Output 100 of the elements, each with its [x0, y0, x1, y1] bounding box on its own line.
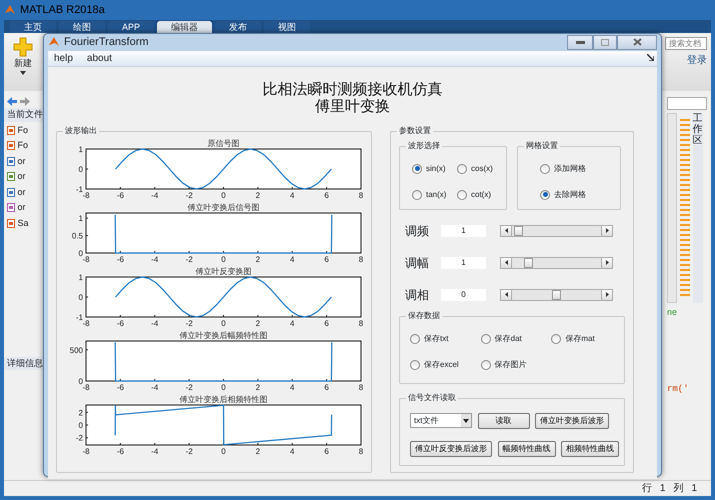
x-tick-label: 4 — [290, 318, 294, 328]
file-type-dropdown[interactable]: txt文件 — [410, 413, 472, 428]
new-button[interactable]: 新建 — [8, 37, 38, 87]
file-name[interactable]: or — [18, 154, 26, 168]
slider[interactable] — [500, 256, 613, 268]
value-field[interactable]: 1 — [441, 256, 486, 268]
action-button[interactable]: 幅频特性曲线 — [498, 440, 556, 456]
slider-label: 调幅 — [405, 254, 430, 272]
radio-label[interactable]: 保存txt — [424, 332, 448, 344]
close-button[interactable] — [617, 34, 657, 50]
radio-label[interactable]: cot(x) — [471, 188, 491, 200]
read-button[interactable]: 读取 — [478, 412, 530, 428]
radio-label[interactable]: 保存dat — [494, 332, 522, 344]
slider[interactable] — [500, 224, 613, 236]
y-tick-label: 0 — [78, 420, 83, 430]
x-tick-label: 0 — [221, 382, 226, 392]
menu-item[interactable]: about — [86, 50, 112, 66]
code-text: ne — [667, 306, 678, 319]
value-field[interactable]: 0 — [441, 288, 486, 300]
left-arrow-icon[interactable] — [504, 292, 508, 297]
radio-button[interactable] — [540, 164, 550, 174]
value-field[interactable]: 1 — [441, 224, 486, 236]
x-tick-label: 0 — [221, 190, 226, 200]
maximize-button[interactable] — [593, 34, 617, 50]
x-tick-label: 8 — [358, 382, 364, 392]
slider-thumb[interactable] — [524, 258, 533, 268]
y-tick-label: 0 — [78, 164, 83, 174]
chart-title: 傅立叶变换后相频特性图 — [180, 394, 268, 404]
radio-label[interactable]: 去除网格 — [554, 188, 586, 200]
radio-button[interactable] — [457, 164, 467, 174]
radio-label[interactable]: 保存图片 — [494, 358, 527, 370]
radio-button[interactable] — [412, 164, 422, 174]
left-arrow-icon[interactable] — [504, 260, 508, 265]
workspace-tab[interactable]: 工作区 — [692, 113, 702, 303]
radio-button[interactable] — [412, 190, 422, 200]
left-arrow-icon[interactable] — [504, 228, 508, 233]
x-tick-label: -6 — [116, 382, 124, 392]
back-arrow-icon — [6, 97, 17, 106]
right-arrow-icon[interactable] — [606, 228, 608, 233]
file-name[interactable]: or — [18, 170, 26, 184]
radio-button[interactable] — [480, 360, 491, 370]
radio-label[interactable]: cos(x) — [471, 162, 493, 174]
ribbon-tab[interactable]: 主页 — [10, 21, 56, 33]
ribbon-tab[interactable]: 编辑器 — [157, 21, 212, 33]
radio-button[interactable] — [410, 360, 420, 370]
radio-button[interactable] — [457, 190, 467, 200]
search-field[interactable]: 搜索文档 — [665, 37, 707, 50]
caret-icon[interactable] — [463, 418, 469, 422]
x-tick-label: -4 — [151, 382, 158, 392]
file-name[interactable]: Sa — [18, 216, 29, 230]
x-tick-label: 6 — [324, 446, 329, 456]
action-button[interactable]: 傅立叶反变换后波形 — [410, 440, 492, 456]
ribbon-tab[interactable]: 视图 — [264, 21, 310, 33]
x-tick-label: -2 — [186, 446, 193, 456]
y-tick-label: 1 — [78, 272, 83, 282]
address-field[interactable] — [667, 97, 707, 110]
minimize-button[interactable] — [567, 34, 593, 50]
x-tick-label: 6 — [324, 254, 329, 264]
x-tick-label: 4 — [290, 382, 294, 392]
x-tick-label: 8 — [358, 190, 364, 200]
file-name[interactable]: or — [18, 201, 26, 214]
dock-arrow-icon[interactable] — [647, 54, 654, 62]
ribbon-tab[interactable]: APP — [108, 21, 154, 33]
ribbon-tab[interactable]: 发布 — [215, 21, 262, 33]
radio-label[interactable]: 保存mat — [565, 332, 595, 344]
ribbon-tab[interactable]: 绘图 — [59, 21, 105, 33]
radio-label[interactable]: 添加网格 — [554, 162, 586, 174]
action-button[interactable]: 傅立叶变换后波形 — [535, 412, 609, 428]
panel-title: 波形输出 — [63, 124, 99, 136]
action-button[interactable]: 相频特性曲线 — [561, 440, 619, 456]
slider[interactable] — [500, 288, 613, 300]
x-tick-label: 0 — [221, 318, 226, 328]
x-tick-label: 8 — [358, 318, 364, 328]
radio-label[interactable]: sin(x) — [426, 162, 446, 174]
y-tick-label: 0 — [78, 376, 83, 386]
radio-button[interactable] — [540, 190, 550, 200]
radio-label[interactable]: 保存excel — [424, 358, 459, 370]
file-name[interactable]: Fo — [18, 139, 28, 152]
chart-title: 傅立叶反变换图 — [196, 266, 252, 276]
x-tick-label: -2 — [186, 254, 193, 264]
slider-thumb[interactable] — [552, 290, 560, 300]
minimize-icon — [576, 40, 584, 44]
radio-button[interactable] — [410, 334, 420, 344]
x-tick-label: -6 — [116, 446, 124, 456]
radio-button[interactable] — [480, 334, 491, 344]
x-tick-label: 0 — [221, 446, 226, 456]
file-name[interactable]: Fo — [18, 124, 28, 137]
menu-item[interactable]: help — [54, 50, 73, 66]
right-arrow-icon[interactable] — [606, 292, 608, 297]
right-arrow-icon[interactable] — [606, 260, 608, 265]
radio-button[interactable] — [551, 334, 562, 344]
login-link[interactable]: 登录 — [687, 52, 707, 68]
plus-icon — [13, 37, 33, 57]
maximize-icon — [601, 38, 609, 46]
radio-label[interactable]: tan(x) — [426, 188, 446, 200]
status-label: 行 — [642, 482, 652, 496]
slider-thumb[interactable] — [514, 226, 523, 236]
x-tick-label: 2 — [256, 190, 260, 200]
x-tick-label: -8 — [82, 446, 90, 456]
file-name[interactable]: or — [18, 186, 26, 199]
